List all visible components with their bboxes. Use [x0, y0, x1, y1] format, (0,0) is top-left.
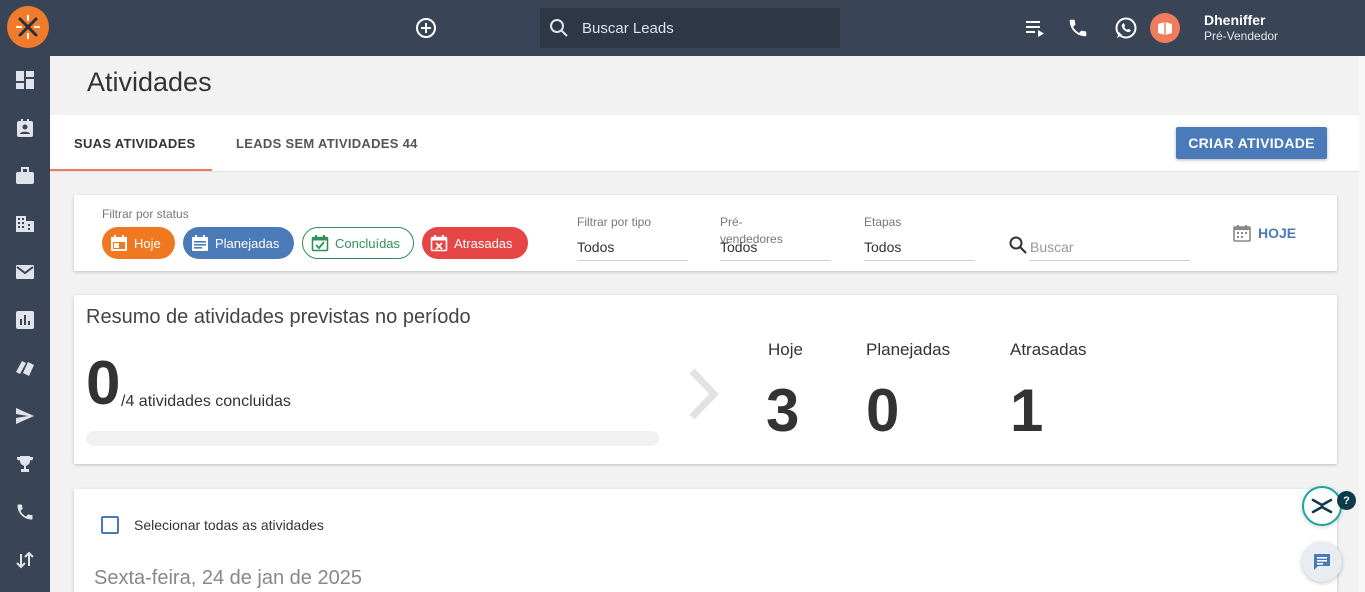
- calendar-x-icon: [430, 235, 448, 252]
- today-button[interactable]: HOJE: [1232, 221, 1296, 245]
- create-activity-button[interactable]: CRIAR ATIVIDADE: [1176, 127, 1327, 159]
- add-circle-icon[interactable]: [414, 16, 438, 40]
- sidebar-item-companies[interactable]: [13, 212, 37, 236]
- queue-icon[interactable]: [1024, 16, 1048, 40]
- activity-search-input[interactable]: [1030, 233, 1190, 261]
- stat-hoje-value: 3: [766, 377, 800, 444]
- page-title: Atividades: [87, 67, 212, 97]
- sidebar-item-goals[interactable]: [13, 452, 37, 476]
- sidebar-item-integrations[interactable]: [13, 548, 37, 572]
- widget-logo-icon: [1311, 498, 1333, 514]
- completion-progress-bar: [86, 431, 659, 446]
- select-all-checkbox[interactable]: [101, 516, 119, 534]
- summary-panel: Resumo de atividades previstas no períod…: [74, 295, 1337, 464]
- filter-panel: Filtrar por status Hoje Planejadas Concl…: [74, 195, 1337, 271]
- tab-bar: SUAS ATIVIDADES LEADS SEM ATIVIDADES 44: [50, 115, 1359, 172]
- status-filter-label: Filtrar por status: [102, 207, 189, 221]
- mail-icon: [16, 265, 34, 279]
- status-chip-label: Hoje: [134, 235, 161, 251]
- page-scrollbar[interactable]: [1359, 56, 1365, 592]
- chevron-right-icon: [689, 368, 719, 420]
- tickets-icon: [16, 361, 34, 376]
- stat-hoje-label: Hoje: [768, 340, 803, 359]
- sidebar-item-tickets[interactable]: [13, 356, 37, 380]
- type-filter-label: Filtrar por tipo: [577, 215, 652, 229]
- lead-search-box[interactable]: [540, 8, 840, 48]
- sidebar: [0, 56, 50, 592]
- stat-planejadas-value: 0: [866, 377, 900, 444]
- status-chip-atrasadas[interactable]: Atrasadas: [422, 227, 528, 259]
- select-all-label[interactable]: Selecionar todas as atividades: [134, 517, 324, 533]
- dashboard-icon: [16, 71, 34, 89]
- sidebar-item-dashboard[interactable]: [13, 68, 37, 92]
- swap-icon: [16, 551, 34, 569]
- avatar[interactable]: [1150, 13, 1180, 43]
- sidebar-item-reports[interactable]: [13, 308, 37, 332]
- status-chip-concluidas[interactable]: Concluídas: [302, 227, 414, 259]
- status-chip-planejadas[interactable]: Planejadas: [183, 227, 294, 259]
- user-role: Pré-Vendedor: [1204, 29, 1279, 43]
- sidebar-item-mail[interactable]: [13, 260, 37, 284]
- chat-button[interactable]: [1302, 542, 1342, 582]
- whatsapp-icon[interactable]: [1114, 16, 1138, 40]
- stat-planejadas-label: Planejadas: [866, 340, 951, 359]
- question-icon[interactable]: ?: [1337, 491, 1356, 510]
- active-tab-indicator: [50, 169, 212, 171]
- calendar-check-icon: [311, 235, 329, 252]
- calendar-today-icon: [111, 235, 127, 251]
- lead-search-input[interactable]: [582, 19, 822, 37]
- prevendedores-filter-label: Pré-: [720, 215, 743, 229]
- sidebar-item-send[interactable]: [13, 404, 37, 428]
- chat-icon: [1314, 554, 1330, 570]
- stat-atrasadas-label: Atrasadas: [1010, 340, 1087, 359]
- status-chip-label: Concluídas: [335, 235, 401, 251]
- stat-atrasadas-value: 1: [1010, 377, 1044, 444]
- app-logo[interactable]: [7, 6, 49, 48]
- date-group-heading: Sexta-feira, 24 de jan de 2025: [94, 567, 362, 589]
- tab-leads-sem-atividades[interactable]: LEADS SEM ATIVIDADES 44: [236, 115, 418, 171]
- summary-title: Resumo de atividades previstas no períod…: [86, 306, 471, 328]
- etapas-filter-label: Etapas: [864, 215, 902, 229]
- phone-icon[interactable]: [1066, 16, 1090, 40]
- sidebar-item-calls[interactable]: [13, 500, 37, 524]
- status-chip-label: Planejadas: [215, 235, 280, 251]
- calendar-icon: [1233, 225, 1251, 242]
- phone-icon: [17, 504, 33, 520]
- sidebar-item-deals[interactable]: [13, 164, 37, 188]
- book-icon: [1158, 22, 1172, 35]
- top-bar: Dheniffer Pré-Vendedor: [0, 0, 1365, 56]
- logo-icon: [16, 15, 40, 39]
- help-widget-button[interactable]: [1302, 486, 1342, 526]
- search-icon: [1009, 236, 1027, 254]
- user-name[interactable]: Dheniffer: [1204, 12, 1265, 28]
- activity-list-panel: Selecionar todas as atividades Sexta-fei…: [74, 489, 1337, 592]
- today-button-label: HOJE: [1258, 225, 1297, 241]
- briefcase-icon: [16, 167, 34, 184]
- etapas-filter-select[interactable]: Todos: [864, 237, 975, 261]
- calendar-list-icon: [192, 235, 208, 251]
- type-filter-select[interactable]: Todos: [577, 237, 688, 261]
- contacts-icon: [17, 119, 33, 137]
- trophy-icon: [17, 456, 33, 472]
- send-icon: [16, 408, 34, 424]
- chart-icon: [16, 311, 34, 329]
- completed-text: /4 atividades concluidas: [121, 393, 291, 410]
- tab-suas-atividades[interactable]: SUAS ATIVIDADES: [74, 115, 196, 171]
- building-icon: [16, 216, 34, 232]
- search-icon: [550, 19, 568, 37]
- sidebar-item-contacts[interactable]: [13, 116, 37, 140]
- prevendedores-filter-select[interactable]: Todos: [720, 237, 831, 261]
- status-chip-hoje[interactable]: Hoje: [102, 227, 175, 259]
- completed-count: 0: [86, 349, 121, 418]
- status-chip-label: Atrasadas: [454, 235, 513, 251]
